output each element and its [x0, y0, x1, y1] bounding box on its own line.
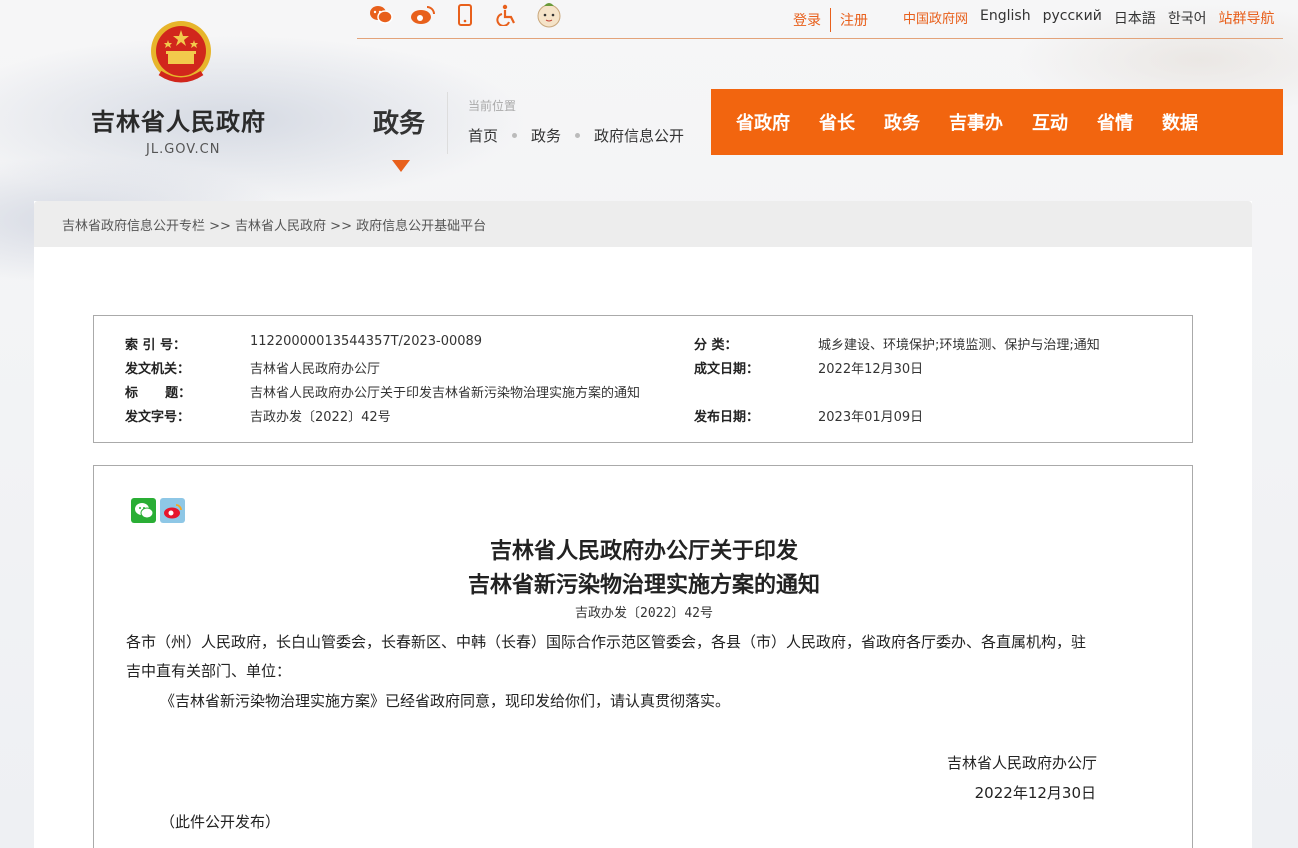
- nav-service[interactable]: 吉事办: [949, 109, 1003, 135]
- accessibility-icon[interactable]: [494, 2, 520, 28]
- meta-category-label: 分 类：: [694, 338, 738, 353]
- national-emblem-icon[interactable]: [148, 18, 214, 88]
- meta-title-label: 标 题：: [125, 386, 192, 401]
- document-signature: 吉林省人民政府办公厅: [946, 754, 1097, 772]
- nav-affairs[interactable]: 政务: [884, 109, 920, 135]
- document-meta-table: 索 引 号： 11220000013544357T/2023-00089 分 类…: [93, 315, 1193, 443]
- document-body: 吉林省人民政府办公厅关于印发 吉林省新污染物治理实施方案的通知 吉政办发〔202…: [93, 465, 1193, 848]
- weibo-chat-icon[interactable]: [368, 2, 394, 28]
- nav-province-info[interactable]: 省情: [1097, 109, 1133, 135]
- auth-links: 登录 注册: [793, 8, 868, 32]
- content-breadcrumb[interactable]: 吉林省政府信息公开专栏 >> 吉林省人民政府 >> 政府信息公开基础平台: [34, 201, 1252, 247]
- nav-interaction[interactable]: 互动: [1032, 109, 1068, 135]
- site-domain: JL.GOV.CN: [146, 142, 221, 157]
- lang-korean[interactable]: 한국어: [1168, 8, 1207, 28]
- meta-docno-label: 发文字号：: [125, 410, 191, 425]
- main-nav: 省政府 省长 政务 吉事办 互动 省情 数据: [711, 89, 1283, 155]
- nav-governor[interactable]: 省长: [819, 109, 855, 135]
- mascot-icon[interactable]: [536, 2, 562, 28]
- breadcrumb-dot-icon: [575, 133, 581, 138]
- section-title: 政务: [373, 109, 426, 139]
- current-position-label: 当前位置: [468, 99, 517, 113]
- weibo-share-icon[interactable]: [160, 498, 185, 523]
- document-body-text: 《吉林省新污染物治理实施方案》已经省政府同意，现印发给你们，请认真贯彻落实。: [160, 692, 731, 710]
- document-date: 2022年12月30日: [974, 784, 1096, 802]
- top-divider: [357, 38, 1283, 39]
- content-card: 吉林省政府信息公开专栏 >> 吉林省人民政府 >> 政府信息公开基础平台 索 引…: [34, 201, 1252, 848]
- meta-published-label: 发布日期：: [694, 410, 760, 425]
- addressees-line2: 吉中直有关部门、单位：: [126, 662, 292, 680]
- meta-title-value: 吉林省人民政府办公厅关于印发吉林省新污染物治理实施方案的通知: [250, 386, 641, 401]
- breadcrumb-home[interactable]: 首页: [468, 125, 498, 146]
- weibo-icon[interactable]: [410, 2, 436, 28]
- divider: [830, 8, 831, 32]
- divider: [447, 92, 448, 154]
- lang-english[interactable]: English: [980, 8, 1031, 28]
- document-title-line2: 吉林省新污染物治理实施方案的通知: [467, 572, 820, 598]
- breadcrumb: 首页 政务 政府信息公开: [468, 125, 684, 146]
- meta-created-value: 2022年12月30日: [818, 362, 924, 377]
- mobile-icon[interactable]: [452, 2, 478, 28]
- site-group-nav-link[interactable]: 站群导航: [1218, 8, 1274, 28]
- document-title-line1: 吉林省人民政府办公厅关于印发: [489, 538, 798, 564]
- wechat-share-icon[interactable]: [131, 498, 156, 523]
- gov-cn-link[interactable]: 中国政府网: [903, 8, 968, 28]
- nav-data[interactable]: 数据: [1162, 109, 1198, 135]
- share-buttons: [131, 498, 185, 523]
- nav-provincial-government[interactable]: 省政府: [736, 109, 790, 135]
- login-link[interactable]: 登录: [793, 10, 821, 30]
- register-link[interactable]: 注册: [840, 10, 868, 30]
- addressees-line1: 各市（州）人民政府，长白山管委会，长春新区、中韩（长春）国际合作示范区管委会，各…: [126, 633, 1087, 651]
- language-links: 中国政府网 English русский 日本語 한국어 站群导航: [903, 8, 1274, 28]
- meta-issuer-label: 发文机关：: [125, 362, 191, 377]
- breadcrumb-dot-icon: [512, 133, 518, 138]
- meta-issuer-value: 吉林省人民政府办公厅: [250, 362, 381, 377]
- top-icon-bar: [368, 2, 562, 28]
- meta-published-value: 2023年01月09日: [818, 410, 924, 425]
- document-footnote: （此件公开发布）: [160, 813, 281, 831]
- document-number: 吉政办发〔2022〕42号: [575, 606, 713, 621]
- meta-index-value: 11220000013544357T/2023-00089: [250, 334, 483, 349]
- site-name[interactable]: 吉林省人民政府: [91, 102, 266, 137]
- breadcrumb-affairs[interactable]: 政务: [531, 125, 561, 146]
- lang-russian[interactable]: русский: [1043, 8, 1102, 28]
- meta-docno-value: 吉政办发〔2022〕42号: [250, 410, 391, 425]
- lang-japanese[interactable]: 日本語: [1114, 8, 1156, 28]
- meta-category-value: 城乡建设、环境保护;环境监测、保护与治理;通知: [818, 338, 1100, 353]
- section-arrow-icon: [392, 160, 410, 172]
- meta-created-label: 成文日期：: [694, 362, 760, 377]
- meta-index-label: 索 引 号：: [125, 338, 187, 353]
- breadcrumb-info-disclosure[interactable]: 政府信息公开: [594, 125, 684, 146]
